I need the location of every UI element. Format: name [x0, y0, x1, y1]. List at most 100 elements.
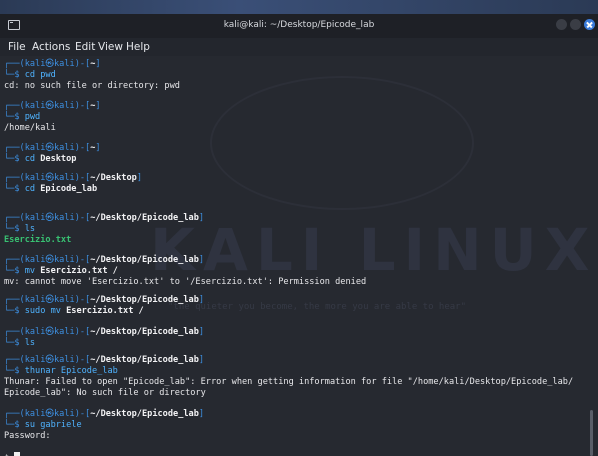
command-text: ls — [24, 338, 36, 348]
prompt-path: ~/Desktop — [90, 173, 137, 183]
scrollbar[interactable] — [590, 410, 593, 456]
command-argument: Esercizio.txt / — [66, 306, 144, 316]
prompt-user-host: kali㉿kali — [24, 101, 75, 111]
output-text: Epicode_lab": No such file or directory — [4, 388, 206, 398]
prompt-corner: ┌──( — [4, 327, 25, 337]
command-argument: Esercizio.txt / — [40, 266, 118, 276]
command-text: mv — [24, 266, 41, 276]
prompt-dollar: └─$ — [4, 112, 25, 122]
prompt-path: ~/Desktop/Epicode_lab — [90, 295, 199, 305]
menu-file[interactable]: File — [8, 41, 26, 53]
prompt-path: ~/Desktop/Epicode_lab — [90, 355, 199, 365]
prompt-user-host: kali㉿kali — [24, 173, 75, 183]
prompt-separator: )-[ — [74, 409, 91, 419]
prompt-path: ~/Desktop/Epicode_lab — [90, 409, 199, 419]
prompt-bracket: ] — [198, 295, 205, 305]
command-line: └─$ cd Epicode_lab — [4, 183, 97, 195]
prompt-bracket: ] — [95, 101, 101, 111]
prompt-user-host: kali㉿kali — [24, 143, 75, 153]
prompt-corner: ┌──( — [4, 409, 25, 419]
prompt-path: ~/Desktop/Epicode_lab — [90, 327, 199, 337]
command-text: cd — [24, 184, 41, 194]
menu-help[interactable]: Help — [126, 41, 150, 53]
command-text: sudo mv — [24, 306, 67, 316]
prompt-corner: ┌──( — [4, 213, 25, 223]
prompt-corner: ┌──( — [4, 143, 25, 153]
output-text: cd: no such file or directory: pwd — [4, 81, 180, 91]
prompt-user-host: kali㉿kali — [24, 409, 75, 419]
prompt-separator: )-[ — [74, 255, 91, 265]
command-argument: Epicode_lab — [40, 184, 98, 194]
menu-actions[interactable]: Actions — [32, 41, 70, 53]
menu-bar: File Actions Edit View Help — [0, 38, 598, 56]
prompt-separator: )-[ — [74, 327, 91, 337]
prompt-corner: ┌──( — [4, 101, 25, 111]
prompt-user-host: kali㉿kali — [24, 355, 75, 365]
minimize-button[interactable] — [556, 19, 567, 30]
output-line: Esercizio.txt — [4, 234, 71, 246]
prompt-dollar: └─$ — [4, 420, 25, 430]
terminal-output-area[interactable]: KALI LINUX "the quieter you become, the … — [0, 56, 598, 456]
prompt-corner: ┌──( — [4, 59, 25, 69]
command-text: pwd — [24, 112, 41, 122]
text-cursor — [14, 452, 21, 456]
title-bar[interactable]: kali@kali: ~/Desktop/Epicode_lab — [0, 14, 598, 39]
command-text: su gabriele — [24, 420, 82, 430]
output-line: Epicode_lab": No such file or directory — [4, 387, 206, 399]
desktop-wallpaper-strip — [0, 0, 598, 14]
prompt-separator: )-[ — [74, 143, 91, 153]
prompt-dollar: └─$ — [4, 154, 25, 164]
command-line: └─$ ls — [4, 337, 35, 349]
prompt-user-host: kali㉿kali — [24, 295, 75, 305]
prompt-bracket: ] — [136, 173, 142, 183]
output-text: /home/kali — [4, 123, 56, 133]
prompt-corner: ┌──( — [4, 295, 25, 305]
maximize-button[interactable] — [570, 19, 581, 30]
prompt-dollar: └─$ — [4, 224, 25, 234]
command-argument: Desktop — [40, 154, 77, 164]
prompt-bracket: ] — [198, 355, 205, 365]
output-line: mv: cannot move 'Esercizio.txt' to '/Ese… — [4, 276, 366, 288]
wallpaper-tagline: "the quieter you become, the more you ar… — [168, 302, 467, 312]
output-line: cd: no such file or directory: pwd — [4, 80, 180, 92]
prompt-corner: ┌──( — [4, 255, 25, 265]
prompt-bracket: ] — [198, 213, 205, 223]
command-line: └─$ sudo mv Esercizio.txt / — [4, 305, 144, 317]
command-line: └─$ cd Desktop — [4, 153, 76, 165]
prompt-dollar: └─$ — [4, 366, 25, 376]
prompt-dollar: └─$ — [4, 338, 25, 348]
prompt-bracket: ] — [198, 327, 205, 337]
prompt-separator: )-[ — [74, 59, 91, 69]
prompt-corner: ┌──( — [4, 173, 25, 183]
prompt-user-host: kali㉿kali — [24, 327, 75, 337]
shell-prompt-line: $ — [4, 452, 21, 456]
window-title: kali@kali: ~/Desktop/Epicode_lab — [223, 20, 375, 30]
prompt-user-host: kali㉿kali — [24, 59, 75, 69]
prompt-bracket: ] — [198, 255, 205, 265]
kali-linux-watermark: KALI LINUX — [150, 216, 598, 284]
prompt-separator: )-[ — [74, 213, 91, 223]
command-text: cd — [24, 154, 41, 164]
kali-dragon-wallpaper — [210, 76, 474, 210]
command-text: ls — [24, 224, 36, 234]
command-text: thunar Epicode_lab — [24, 366, 118, 376]
close-button[interactable] — [584, 19, 595, 30]
prompt-path: ~/Desktop/Epicode_lab — [90, 255, 199, 265]
file-listing: Esercizio.txt — [4, 235, 72, 245]
menu-view[interactable]: View — [98, 41, 123, 53]
prompt-separator: )-[ — [74, 173, 91, 183]
prompt-path: ~/Desktop/Epicode_lab — [90, 213, 199, 223]
output-text: mv: cannot move 'Esercizio.txt' to '/Ese… — [4, 277, 367, 287]
prompt-separator: )-[ — [74, 355, 91, 365]
output-text: Password: — [4, 431, 51, 441]
prompt-user-host: kali㉿kali — [24, 255, 75, 265]
menu-edit[interactable]: Edit — [75, 41, 95, 53]
command-text: cd pwd — [24, 70, 56, 80]
prompt-dollar: └─$ — [4, 184, 25, 194]
prompt-user-host: kali㉿kali — [24, 213, 75, 223]
terminal-window: kali@kali: ~/Desktop/Epicode_lab File Ac… — [0, 0, 598, 456]
prompt-dollar: └─$ — [4, 306, 25, 316]
output-text: Thunar: Failed to open "Epicode_lab": Er… — [4, 377, 574, 387]
prompt-dollar: └─$ — [4, 266, 25, 276]
prompt-separator: )-[ — [74, 101, 91, 111]
